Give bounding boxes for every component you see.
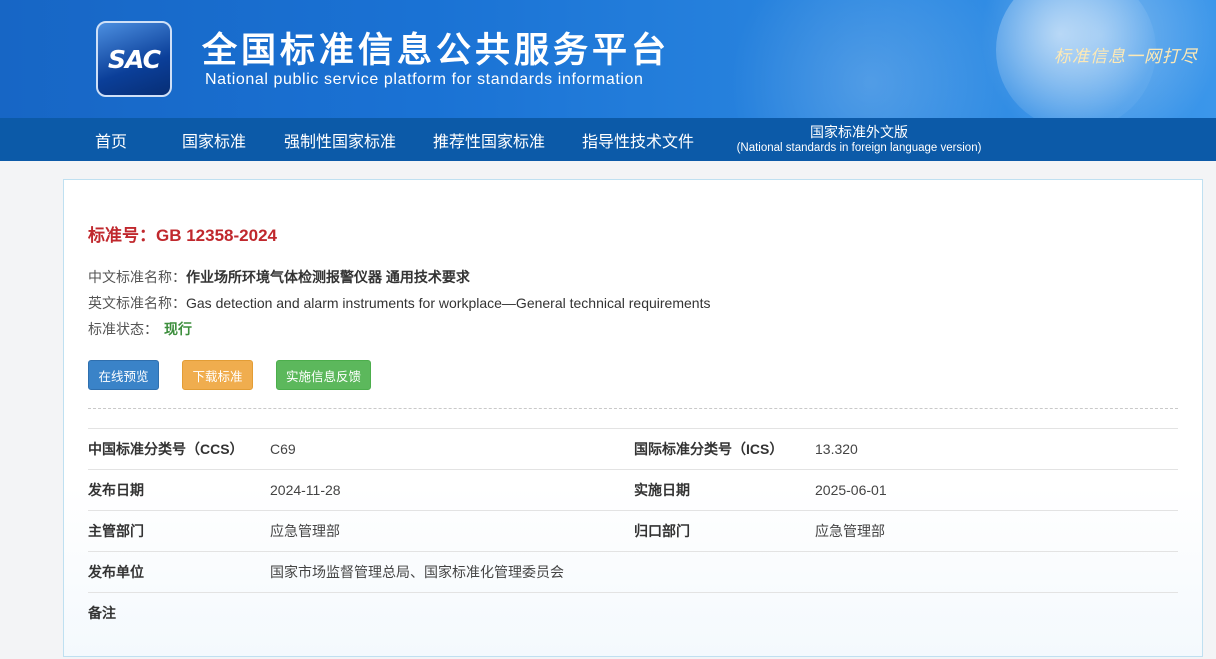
cn-name-line: 中文标准名称：作业场所环境气体检测报警仪器 通用技术要求: [88, 267, 470, 287]
ics-label: 国际标准分类号（ICS）: [634, 441, 784, 457]
nav-foreign-label: 国家标准外文版: [810, 123, 908, 140]
nav-guiding-documents[interactable]: 指导性技术文件: [582, 118, 694, 161]
dashed-divider: [88, 408, 1178, 409]
standard-number: 标准号：GB 12358-2024: [88, 226, 277, 245]
cn-name-label: 中文标准名称：: [88, 269, 186, 285]
implement-date-value: 2025-06-01: [815, 482, 887, 498]
en-name-label: 英文标准名称：: [88, 295, 186, 311]
implement-date-label: 实施日期: [634, 482, 690, 498]
status-badge: 现行: [164, 321, 192, 337]
competent-dept-value: 应急管理部: [270, 523, 340, 539]
table-row: 主管部门 应急管理部 归口部门 应急管理部: [88, 510, 1178, 551]
feedback-button[interactable]: 实施信息反馈: [276, 360, 371, 390]
centralized-dept-value: 应急管理部: [815, 523, 885, 539]
remarks-label: 备注: [88, 605, 116, 621]
publisher-label: 发布单位: [88, 564, 144, 580]
nav-mandatory-standards[interactable]: 强制性国家标准: [284, 118, 396, 161]
status-line: 标准状态： 现行: [88, 319, 192, 339]
publish-date-value: 2024-11-28: [270, 482, 341, 498]
main-nav: 首页 国家标准 强制性国家标准 推荐性国家标准 指导性技术文件 国家标准外文版 …: [0, 118, 1216, 161]
site-slogan: 标准信息一网打尽: [1054, 47, 1198, 67]
competent-dept-label: 主管部门: [88, 523, 144, 539]
site-title: 全国标准信息公共服务平台: [202, 31, 671, 71]
en-name-line: 英文标准名称：Gas detection and alarm instrumen…: [88, 293, 710, 313]
table-row: 发布单位 国家市场监督管理总局、国家标准化管理委员会: [88, 551, 1178, 592]
table-row: 备注: [88, 592, 1178, 633]
logo-text: SAC: [108, 44, 161, 74]
centralized-dept-label: 归口部门: [634, 523, 690, 539]
download-standard-button[interactable]: 下载标准: [182, 360, 253, 390]
nav-home[interactable]: 首页: [95, 118, 127, 161]
sac-logo[interactable]: SAC: [96, 21, 172, 97]
ics-value: 13.320: [815, 441, 858, 457]
en-name-value: Gas detection and alarm instruments for …: [186, 295, 711, 311]
site-header: SAC 全国标准信息公共服务平台 National public service…: [0, 0, 1216, 118]
site-subtitle: National public service platform for sta…: [205, 71, 644, 88]
nav-national-standards[interactable]: 国家标准: [182, 118, 246, 161]
cn-name-value: 作业场所环境气体检测报警仪器 通用技术要求: [186, 269, 470, 285]
online-preview-button[interactable]: 在线预览: [88, 360, 159, 390]
publisher-value: 国家市场监督管理总局、国家标准化管理委员会: [270, 564, 564, 580]
nav-recommended-standards[interactable]: 推荐性国家标准: [433, 118, 545, 161]
nav-foreign-version[interactable]: 国家标准外文版 (National standards in foreign l…: [724, 118, 994, 161]
ccs-value: C69: [270, 441, 296, 457]
nav-foreign-sub: (National standards in foreign language …: [736, 141, 982, 154]
standard-detail-panel: 标准号：GB 12358-2024 中文标准名称：作业场所环境气体检测报警仪器 …: [63, 179, 1203, 657]
publish-date-label: 发布日期: [88, 482, 144, 498]
table-row: 发布日期 2024-11-28 实施日期 2025-06-01: [88, 469, 1178, 510]
table-row: 中国标准分类号（CCS） C69 国际标准分类号（ICS） 13.320: [88, 428, 1178, 469]
status-label: 标准状态：: [88, 321, 158, 337]
ccs-label: 中国标准分类号（CCS）: [88, 441, 244, 457]
